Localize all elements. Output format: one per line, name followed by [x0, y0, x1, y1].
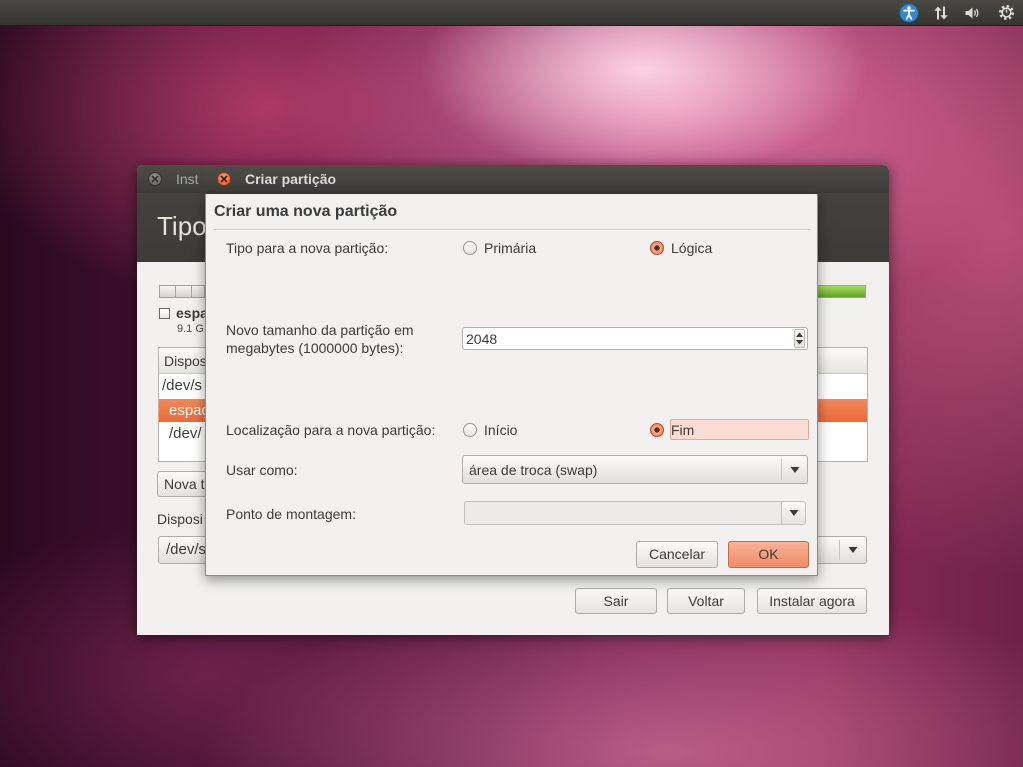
- install-now-button[interactable]: Instalar agora: [757, 588, 867, 614]
- disk-checkbox[interactable]: [159, 308, 170, 319]
- radio-beginning-label[interactable]: Início: [484, 421, 517, 439]
- column-header-device[interactable]: Dispos: [164, 352, 207, 370]
- back-button-label: Voltar: [688, 593, 724, 609]
- radio-beginning[interactable]: [463, 423, 477, 437]
- ok-button-label: OK: [758, 546, 779, 562]
- table-cell: espaç: [169, 402, 210, 419]
- partition-location-label: Localização para a nova partição:: [226, 422, 436, 438]
- partition-size-input[interactable]: [463, 328, 793, 349]
- cancel-button[interactable]: Cancelar: [636, 541, 718, 568]
- quit-button-label: Sair: [603, 593, 629, 609]
- radio-end-label[interactable]: Fim: [671, 421, 694, 439]
- mount-point-combo[interactable]: [464, 501, 806, 525]
- session-gear-icon[interactable]: [998, 4, 1015, 21]
- radio-end-focus-box[interactable]: Fim: [670, 419, 809, 440]
- table-cell: /dev/: [169, 425, 202, 442]
- boot-device-label: Disposi: [157, 511, 203, 527]
- chevron-down-icon[interactable]: [839, 540, 866, 560]
- page-title: Tipo: [157, 211, 207, 241]
- partition-bar-divider: [175, 286, 176, 297]
- heading-separator: [214, 229, 810, 231]
- cancel-button-label: Cancelar: [648, 546, 706, 562]
- radio-primary[interactable]: [463, 241, 477, 255]
- radio-end[interactable]: [650, 423, 664, 437]
- use-as-value: área de troca (swap): [469, 462, 598, 478]
- dialog-window-title: Criar partição: [245, 171, 337, 187]
- quit-button[interactable]: Sair: [575, 588, 657, 614]
- ok-button[interactable]: OK: [728, 541, 809, 568]
- create-partition-dialog: Criar partição Criar uma nova partição T…: [205, 166, 818, 576]
- partition-bar-divider: [191, 286, 192, 297]
- network-updown-icon[interactable]: [933, 5, 949, 21]
- dialog-heading: Criar uma nova partição: [214, 203, 398, 220]
- top-panel: [0, 0, 1023, 26]
- use-as-label: Usar como:: [226, 462, 298, 478]
- partition-size-spinbox[interactable]: [462, 327, 808, 350]
- chevron-down-icon[interactable]: [781, 502, 805, 524]
- radio-logical-label[interactable]: Lógica: [671, 239, 712, 257]
- radio-logical[interactable]: [650, 241, 664, 255]
- back-button[interactable]: Voltar: [667, 588, 745, 614]
- partition-size-label-line2: megabytes (1000000 bytes):: [226, 340, 404, 356]
- partition-size-label-line1: Novo tamanho da partição em: [226, 322, 414, 338]
- table-cell: /dev/s: [162, 377, 203, 394]
- dialog-titlebar[interactable]: Criar partição: [205, 166, 818, 194]
- installer-window-title: Inst: [176, 171, 199, 187]
- mount-point-label: Ponto de montagem:: [226, 506, 356, 522]
- chevron-down-icon[interactable]: [781, 459, 807, 480]
- spin-arrows-icon[interactable]: [794, 329, 805, 348]
- new-partition-table-label: Nova t: [164, 476, 205, 492]
- partition-type-label: Tipo para a nova partição:: [226, 240, 389, 256]
- disk-size: 9.1 G: [177, 323, 204, 335]
- accessibility-icon[interactable]: [899, 3, 919, 23]
- radio-primary-label[interactable]: Primária: [484, 239, 536, 257]
- disk-label: espa: [176, 305, 208, 321]
- free-space-segment: [813, 286, 865, 297]
- boot-device-value: /dev/s: [166, 541, 207, 558]
- volume-icon[interactable]: [964, 5, 981, 21]
- install-now-button-label: Instalar agora: [769, 593, 855, 609]
- use-as-combo[interactable]: área de troca (swap): [462, 455, 808, 484]
- dialog-close-icon[interactable]: [217, 172, 231, 186]
- installer-close-icon[interactable]: [148, 172, 162, 186]
